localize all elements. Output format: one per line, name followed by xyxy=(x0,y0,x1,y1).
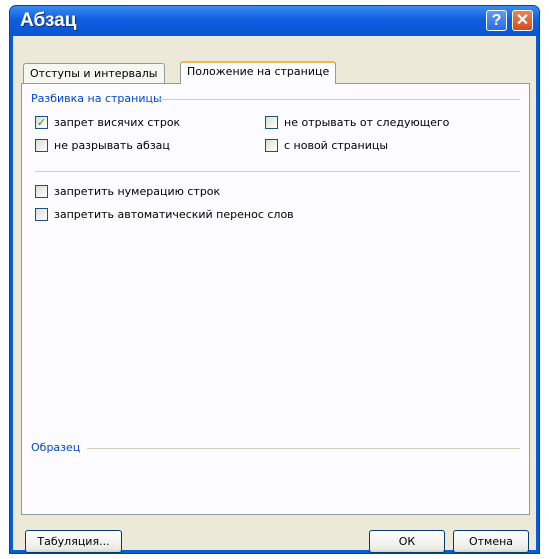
checkbox-label: с новой страницы xyxy=(284,139,389,152)
pagination-group-label: Разбивка на страницы xyxy=(31,92,162,105)
dialog-title: Абзац xyxy=(20,10,77,31)
suppress-line-numbers-checkbox[interactable]: запретить нумерацию строк xyxy=(35,185,220,198)
ok-button[interactable]: ОК xyxy=(369,530,445,553)
help-button[interactable]: ? xyxy=(486,10,507,31)
tab-panel: Разбивка на страницы ✓ запрет висячих ст… xyxy=(21,83,530,515)
tabs-button[interactable]: Табуляция... xyxy=(25,530,122,553)
checkbox-box[interactable]: ✓ xyxy=(35,116,48,129)
group-divider xyxy=(158,99,520,100)
checkbox-box[interactable] xyxy=(35,208,48,221)
preview-group-label: Образец xyxy=(31,441,81,454)
checkbox-label: не отрывать от следующего xyxy=(284,116,450,129)
section-divider xyxy=(35,171,520,172)
tab-page-position[interactable]: Положение на странице xyxy=(180,61,337,84)
no-hyphenation-checkbox[interactable]: запретить автоматический перенос слов xyxy=(35,208,294,221)
title-bar[interactable]: Абзац ? ✕ xyxy=(10,6,539,36)
tab-indents-spacing[interactable]: Отступы и интервалы xyxy=(23,63,165,83)
checkbox-box[interactable] xyxy=(35,185,48,198)
dialog-window: Абзац ? ✕ Отступы и интервалы Положение … xyxy=(9,5,540,554)
checkbox-box[interactable] xyxy=(265,116,278,129)
checkbox-label: не разрывать абзац xyxy=(54,139,170,152)
checkbox-box[interactable] xyxy=(35,139,48,152)
widow-control-checkbox[interactable]: ✓ запрет висячих строк xyxy=(35,116,180,129)
page-break-before-checkbox[interactable]: с новой страницы xyxy=(265,139,388,152)
checkbox-label: запретить автоматический перенос слов xyxy=(54,208,294,221)
keep-lines-together-checkbox[interactable]: не разрывать абзац xyxy=(35,139,170,152)
close-button[interactable]: ✕ xyxy=(512,10,533,31)
cancel-button[interactable]: Отмена xyxy=(453,530,529,553)
keep-with-next-checkbox[interactable]: не отрывать от следующего xyxy=(265,116,449,129)
group-divider xyxy=(87,448,520,449)
checkbox-label: запретить нумерацию строк xyxy=(54,185,221,198)
dialog-client-area: Отступы и интервалы Положение на страниц… xyxy=(13,36,536,553)
checkbox-label: запрет висячих строк xyxy=(54,116,181,129)
checkmark-icon: ✓ xyxy=(36,116,47,129)
checkbox-box[interactable] xyxy=(265,139,278,152)
